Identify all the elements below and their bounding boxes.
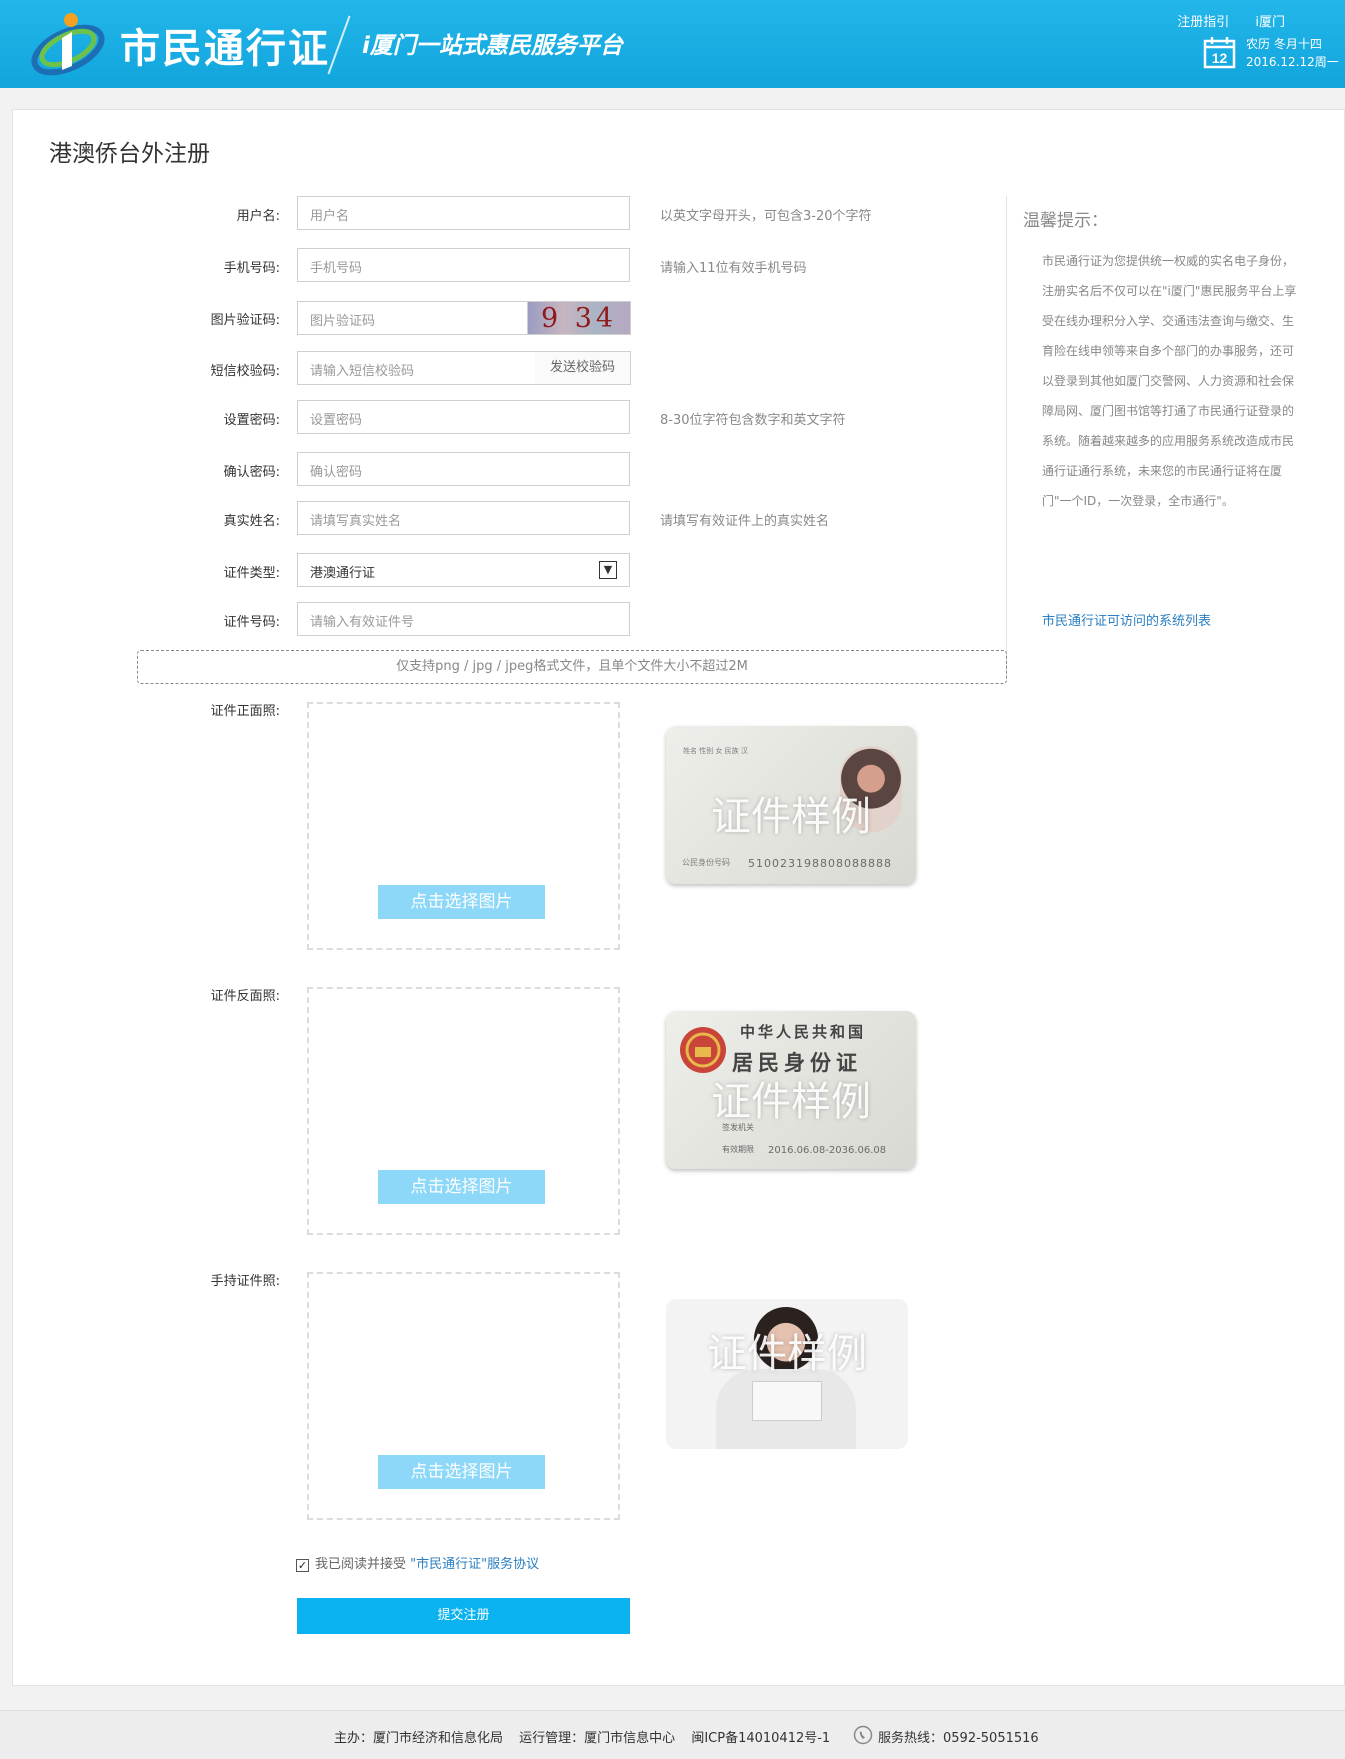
password-input[interactable]: 设置密码 xyxy=(297,400,630,434)
file-format-note: 仅支持png / jpg / jpeg格式文件，且单个文件大小不超过2M xyxy=(137,650,1007,684)
phone-input[interactable]: 手机号码 xyxy=(297,248,630,282)
realname-label: 真实姓名: xyxy=(223,514,280,529)
send-sms-button[interactable]: 发送校验码 xyxy=(535,351,631,385)
sms-input[interactable]: 请输入短信校验码 xyxy=(297,351,537,385)
idtype-value: 港澳通行证 xyxy=(310,566,376,581)
register-guide-link[interactable]: 注册指引 xyxy=(1177,15,1229,30)
confirm-password-label: 确认密码: xyxy=(223,465,280,480)
sample-watermark: 证件样例 xyxy=(711,794,871,840)
sample-valid-label: 有效期限 xyxy=(722,1145,754,1154)
registration-panel: 港澳侨台外注册 用户名: 用户名 以英文字母开头，可包含3-20个字符 手机号码… xyxy=(12,109,1345,1686)
realname-input[interactable]: 请填写真实姓名 xyxy=(297,501,630,535)
username-input[interactable]: 用户名 xyxy=(297,196,630,230)
front-sample-image: 姓名 性别 女 民族 汉 证件样例 公民身份号码 510023198808088… xyxy=(666,726,916,884)
front-select-image-button[interactable]: 点击选择图片 xyxy=(378,885,545,919)
held-card xyxy=(752,1381,822,1421)
phone-hint: 请输入11位有效手机号码 xyxy=(660,261,807,276)
site-header: 市民通行证 i厦门一站式惠民服务平台 注册指引 i厦门 12 农历 冬月十四 2… xyxy=(0,0,1345,88)
back-select-image-button[interactable]: 点击选择图片 xyxy=(378,1170,545,1204)
logo-icon[interactable] xyxy=(28,8,108,76)
back-sample-image: 中华人民共和国 居民身份证 证件样例 签发机关 有效期限 2016.06.08-… xyxy=(666,1011,916,1169)
site-footer: 主办：厦门市经济和信息化局 运行管理：厦门市信息中心 闽ICP备14010412… xyxy=(0,1710,1345,1759)
back-photo-label: 证件反面照: xyxy=(210,989,280,1004)
submit-register-button[interactable]: 提交注册 xyxy=(297,1598,630,1634)
header-links: 注册指引 i厦门 xyxy=(1155,11,1285,30)
site-subtitle: i厦门一站式惠民服务平台 xyxy=(362,33,623,59)
handheld-photo-label: 手持证件照: xyxy=(210,1274,280,1289)
footer-sponsor: 主办：厦门市经济和信息化局 xyxy=(334,1731,504,1746)
lunar-date: 农历 冬月十四 xyxy=(1246,37,1322,51)
ixiamen-link[interactable]: i厦门 xyxy=(1255,15,1285,30)
password-hint: 8-30位字符包含数字和英文字符 xyxy=(660,413,846,428)
handheld-photo-upload[interactable]: 点击选择图片 xyxy=(307,1272,620,1520)
phone-label: 手机号码: xyxy=(223,261,280,276)
sample-id-label: 公民身份号码 xyxy=(682,858,730,867)
footer-operator: 运行管理：厦门市信息中心 xyxy=(519,1731,676,1746)
chevron-down-icon[interactable]: ▼ xyxy=(599,561,617,579)
back-photo-upload[interactable]: 点击选择图片 xyxy=(307,987,620,1235)
captcha-label: 图片验证码: xyxy=(210,313,280,328)
confirm-password-input[interactable]: 确认密码 xyxy=(297,452,630,486)
username-label: 用户名: xyxy=(236,209,280,224)
agreement-checkbox[interactable]: ✓ xyxy=(296,1559,309,1572)
column-divider xyxy=(1006,196,1007,676)
realname-hint: 请填写有效证件上的真实姓名 xyxy=(660,514,830,529)
sample-issuer-label: 签发机关 xyxy=(722,1123,754,1132)
sample-fields: 姓名 性别 女 民族 汉 xyxy=(683,747,748,755)
site-title: 市民通行证 xyxy=(120,26,330,72)
captcha-image[interactable]: 9 34 xyxy=(527,301,631,335)
sample-id-number: 510023198808088888 xyxy=(748,857,892,870)
service-agreement-link[interactable]: "市民通行证"服务协议 xyxy=(410,1557,539,1572)
sms-label: 短信校验码: xyxy=(210,364,280,379)
captcha-input[interactable]: 图片验证码 xyxy=(297,301,528,335)
idnumber-label: 证件号码: xyxy=(223,615,280,630)
national-emblem-icon xyxy=(680,1027,726,1073)
handheld-select-image-button[interactable]: 点击选择图片 xyxy=(378,1455,545,1489)
accessible-systems-link[interactable]: 市民通行证可访问的系统列表 xyxy=(1042,610,1211,629)
footer-hotline: 服务热线：0592-5051516 xyxy=(878,1731,1039,1746)
front-photo-upload[interactable]: 点击选择图片 xyxy=(307,702,620,950)
sample-watermark: 证件样例 xyxy=(707,1331,867,1377)
idtype-select[interactable]: 港澳通行证 ▼ xyxy=(297,553,630,587)
footer-icp[interactable]: 闽ICP备14010412号-1 xyxy=(691,1731,830,1746)
calendar-day: 12 xyxy=(1212,50,1228,66)
tips-body: 市民通行证为您提供统一权威的实名电子身份，注册实名后不仅可以在"i厦门"惠民服务… xyxy=(1042,254,1297,508)
title-divider xyxy=(327,15,351,75)
gregorian-date: 2016.12.12周一 xyxy=(1246,55,1339,69)
page-title: 港澳侨台外注册 xyxy=(49,141,210,167)
password-label: 设置密码: xyxy=(223,413,280,428)
tips-title: 温馨提示： xyxy=(1023,211,1108,231)
sample-country: 中华人民共和国 xyxy=(740,1023,867,1041)
idnumber-input[interactable]: 请输入有效证件号 xyxy=(297,602,630,636)
footer-info: 主办：厦门市经济和信息化局 运行管理：厦门市信息中心 闽ICP备14010412… xyxy=(334,1727,842,1746)
handheld-sample-image: 证件样例 xyxy=(666,1299,908,1449)
username-hint: 以英文字母开头，可包含3-20个字符 xyxy=(660,209,872,224)
agreement-text: 我已阅读并接受 xyxy=(315,1557,407,1572)
calendar-icon: 12 xyxy=(1203,37,1236,69)
agreement-row: ✓ 我已阅读并接受 "市民通行证"服务协议 xyxy=(296,1553,539,1572)
idtype-label: 证件类型: xyxy=(223,566,280,581)
front-photo-label: 证件正面照: xyxy=(210,704,280,719)
sample-valid-range: 2016.06.08-2036.06.08 xyxy=(768,1145,887,1156)
phone-icon xyxy=(853,1725,873,1745)
sample-watermark: 证件样例 xyxy=(711,1079,871,1125)
